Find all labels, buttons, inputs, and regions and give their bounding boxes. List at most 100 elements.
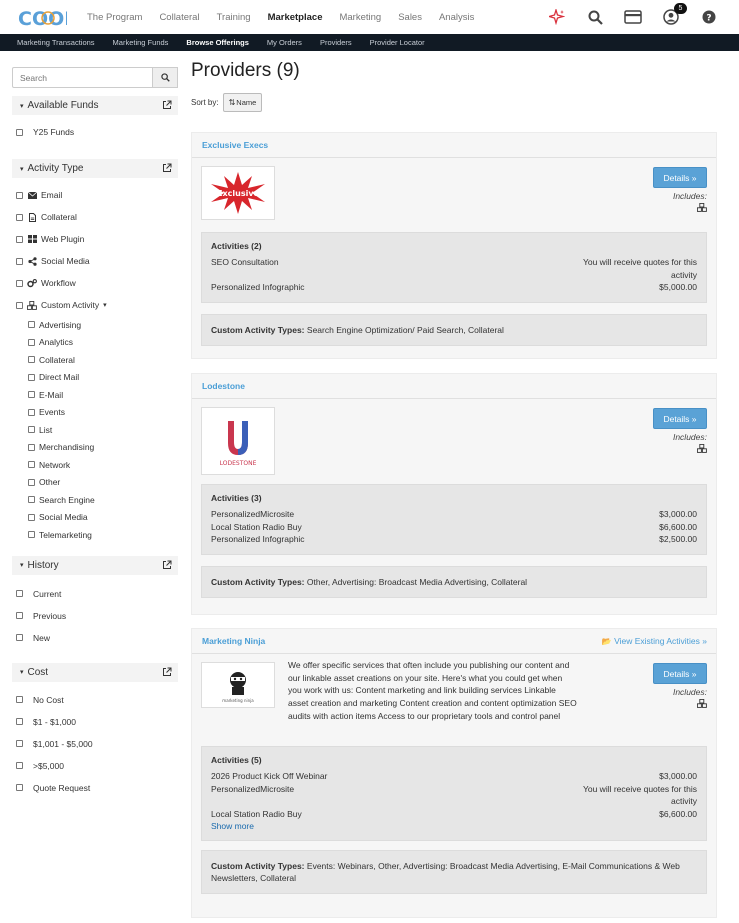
provider-name-link[interactable]: Lodestone <box>192 374 716 399</box>
checkbox[interactable] <box>28 408 35 416</box>
checkbox[interactable] <box>16 784 23 791</box>
checkbox[interactable] <box>16 191 23 199</box>
checkbox[interactable] <box>28 356 35 364</box>
sub-option[interactable]: Search Engine <box>28 491 178 509</box>
provider-name-link[interactable]: Marketing Ninja 📂 View Existing Activiti… <box>192 629 716 654</box>
checkbox[interactable] <box>16 590 23 597</box>
credit-card-icon[interactable] <box>623 8 643 26</box>
facet-option[interactable]: Workflow <box>12 272 178 294</box>
facet-option[interactable]: Y25 Funds <box>12 121 178 143</box>
checkbox[interactable] <box>16 718 23 725</box>
checkbox[interactable] <box>28 338 35 346</box>
checkbox[interactable] <box>28 443 35 451</box>
sub-option[interactable]: List <box>28 421 178 439</box>
facet-option[interactable]: $1,001 - $5,000 <box>12 733 178 755</box>
nav-marketing[interactable]: Marketing <box>339 12 381 23</box>
facet-option-custom-activity[interactable]: Custom Activity ▾ <box>12 294 178 316</box>
subnav-browse-offerings[interactable]: Browse Offerings <box>186 38 249 47</box>
activity-row[interactable]: SEO Consultation You will receive quotes … <box>211 256 697 281</box>
checkbox[interactable] <box>28 391 35 399</box>
sub-option[interactable]: Other <box>28 474 178 492</box>
checkbox[interactable] <box>16 235 23 243</box>
checkbox[interactable] <box>28 496 35 504</box>
search-icon[interactable] <box>585 8 605 26</box>
facet-history-header[interactable]: ▾ History <box>12 555 178 575</box>
sub-option[interactable]: E-Mail <box>28 386 178 404</box>
nav-analysis[interactable]: Analysis <box>439 12 474 23</box>
checkbox[interactable] <box>16 213 23 221</box>
facet-available-funds-header[interactable]: ▾ Available Funds <box>12 96 178 115</box>
subnav-providers[interactable]: Providers <box>320 38 352 47</box>
activity-row[interactable]: PersonalizedMicrosite You will receive qu… <box>211 783 697 808</box>
sub-option[interactable]: Social Media <box>28 509 178 527</box>
nav-marketplace[interactable]: Marketplace <box>268 12 323 23</box>
nav-training[interactable]: Training <box>217 12 251 23</box>
external-link-icon[interactable] <box>162 163 172 173</box>
checkbox[interactable] <box>28 373 35 381</box>
facet-option[interactable]: $1 - $1,000 <box>12 711 178 733</box>
search-button[interactable] <box>153 67 178 88</box>
details-button[interactable]: Details » <box>653 167 707 188</box>
sparkle-icon[interactable] <box>547 8 567 26</box>
details-button[interactable]: Details » <box>653 408 707 429</box>
checkbox[interactable] <box>28 531 35 539</box>
activity-row[interactable]: Personalized Infographic $5,000.00 <box>211 281 697 294</box>
subnav-marketing-transactions[interactable]: Marketing Transactions <box>17 38 95 47</box>
sub-option[interactable]: Events <box>28 404 178 422</box>
activity-row[interactable]: 2026 Product Kick Off Webinar $3,000.00 <box>211 770 697 783</box>
checkbox[interactable] <box>28 321 35 329</box>
checkbox[interactable] <box>28 461 35 469</box>
facet-option[interactable]: Web Plugin <box>12 228 178 250</box>
facet-option[interactable]: Quote Request <box>12 777 178 799</box>
checkbox[interactable] <box>16 279 23 287</box>
checkbox[interactable] <box>16 128 23 136</box>
facet-option[interactable]: Collateral <box>12 206 178 228</box>
nav-collateral[interactable]: Collateral <box>159 12 199 23</box>
subnav-my-orders[interactable]: My Orders <box>267 38 302 47</box>
checkbox[interactable] <box>16 696 23 703</box>
external-link-icon[interactable] <box>162 100 172 110</box>
sub-option[interactable]: Advertising <box>28 316 178 334</box>
external-link-icon[interactable] <box>162 560 172 570</box>
provider-name-link[interactable]: Exclusive Execs <box>192 133 716 158</box>
activity-row[interactable]: Local Station Radio Buy $6,600.00 <box>211 521 697 534</box>
caret-down-icon[interactable]: ▾ <box>103 301 107 309</box>
sub-option[interactable]: Collateral <box>28 351 178 369</box>
show-more-link[interactable]: Show more <box>211 820 697 832</box>
details-button[interactable]: Details » <box>653 663 707 684</box>
sub-option[interactable]: Direct Mail <box>28 369 178 387</box>
checkbox[interactable] <box>28 513 35 521</box>
sub-option[interactable]: Telemarketing <box>28 526 178 544</box>
help-icon[interactable]: ? <box>699 8 719 26</box>
activity-row[interactable]: PersonalizedMicrosite $3,000.00 <box>211 508 697 521</box>
activity-row[interactable]: Local Station Radio Buy $6,600.00 <box>211 808 697 821</box>
facet-option[interactable]: No Cost <box>12 689 178 711</box>
nav-the-program[interactable]: The Program <box>87 12 142 23</box>
facet-activity-type-header[interactable]: ▾ Activity Type <box>12 159 178 178</box>
facet-cost-header[interactable]: ▾ Cost <box>12 662 178 682</box>
facet-option[interactable]: Email <box>12 184 178 206</box>
app-logo[interactable]: COOP <box>17 7 78 30</box>
facet-option[interactable]: New <box>12 627 178 649</box>
sub-option[interactable]: Network <box>28 456 178 474</box>
checkbox[interactable] <box>28 478 35 486</box>
nav-sales[interactable]: Sales <box>398 12 422 23</box>
facet-option[interactable]: Current <box>12 583 178 605</box>
user-icon[interactable]: 5 <box>661 3 687 26</box>
checkbox[interactable] <box>16 257 23 265</box>
facet-option[interactable]: >$5,000 <box>12 755 178 777</box>
checkbox[interactable] <box>16 740 23 747</box>
search-input[interactable] <box>12 67 153 88</box>
sub-option[interactable]: Analytics <box>28 334 178 352</box>
checkbox[interactable] <box>16 612 23 619</box>
subnav-marketing-funds[interactable]: Marketing Funds <box>113 38 169 47</box>
facet-option[interactable]: Social Media <box>12 250 178 272</box>
checkbox[interactable] <box>16 301 23 309</box>
facet-option[interactable]: Previous <box>12 605 178 627</box>
checkbox[interactable] <box>16 762 23 769</box>
activity-row[interactable]: Personalized Infographic $2,500.00 <box>211 533 697 546</box>
subnav-provider-locator[interactable]: Provider Locator <box>370 38 425 47</box>
checkbox[interactable] <box>16 634 23 641</box>
checkbox[interactable] <box>28 426 35 434</box>
view-existing-activities-link[interactable]: 📂 View Existing Activities » <box>602 636 707 646</box>
